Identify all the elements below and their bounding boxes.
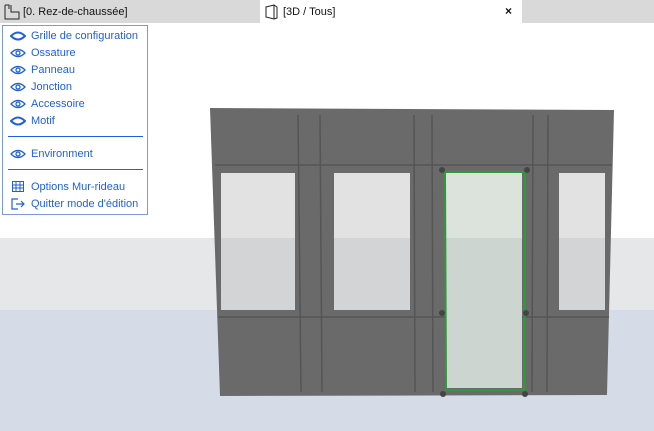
eye-icon [10,148,26,160]
menu-item-accessoire[interactable]: Accessoire [3,95,147,112]
menu-item-label: Grille de configuration [31,29,139,42]
menu-item-label: Accessoire [31,97,85,110]
tab-label: [0. Rez-de-chaussée] [23,5,128,18]
menu-divider [8,136,143,137]
curtain-wall[interactable] [210,108,614,397]
exit-icon [10,197,26,210]
close-tab-button[interactable]: × [505,4,512,18]
3d-view-icon [265,3,278,20]
menu-item-label: Quitter mode d'édition [31,197,139,210]
menu-item-label: Options Mur-rideau [31,180,126,193]
eye-icon [10,47,26,59]
menu-item-label: Motif [31,114,55,127]
menu-item-quitter-mode-d-dition[interactable]: Quitter mode d'édition [3,195,147,212]
eye-icon [10,98,26,110]
tab-floor-plan[interactable]: [0. Rez-de-chaussée] [4,0,260,23]
menu-item-label: Panneau [31,63,76,76]
tab-3d[interactable]: [3D / Tous] × [260,0,522,23]
menu-divider [8,169,143,170]
menu-item-grille-de-configuration[interactable]: Grille de configuration [3,27,147,44]
eye-icon [10,81,26,93]
tab-label: [3D / Tous] [283,5,336,18]
selected-glass-panel[interactable] [443,171,527,391]
eye-icon [10,64,26,76]
menu-item-label: Jonction [31,80,72,93]
glass-panel[interactable] [559,173,605,238]
glass-panel[interactable] [221,173,295,238]
eye-closed-icon [10,30,26,42]
glass-panel[interactable] [334,173,410,238]
eye-closed-icon [10,115,26,127]
menu-item-label: Environment [31,147,93,160]
menu-item-panneau[interactable]: Panneau [3,61,147,78]
menu-item-ossature[interactable]: Ossature [3,44,147,61]
tab-bar: [0. Rez-de-chaussée] [3D / Tous] × [0,0,654,23]
menu-item-jonction[interactable]: Jonction [3,78,147,95]
curtain-wall-icon [10,181,26,193]
floor-plan-icon [4,4,20,19]
curtain-wall-edit-menu: Grille de configuration Ossature Panneau Jo… [2,25,148,215]
menu-item-motif[interactable]: Motif [3,112,147,129]
menu-item-label: Ossature [31,46,76,59]
menu-item-environment[interactable]: Environment [3,145,147,162]
menu-item-options-mur-rideau[interactable]: Options Mur-rideau [3,178,147,195]
